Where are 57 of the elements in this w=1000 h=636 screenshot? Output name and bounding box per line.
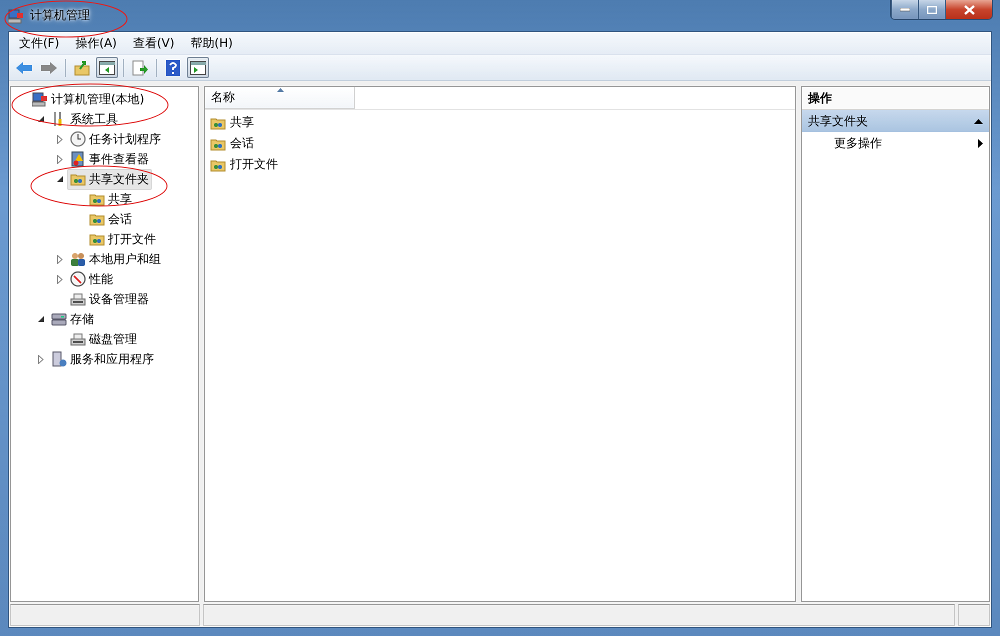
menu-item[interactable]: 操作(A)	[67, 34, 125, 52]
collapsed-arrow-icon[interactable]	[57, 134, 63, 144]
computer-icon	[32, 91, 48, 107]
computer-icon	[8, 8, 24, 24]
server-icon	[51, 351, 67, 367]
action-item[interactable]: 更多操作	[802, 132, 989, 154]
event-log-icon	[70, 151, 86, 167]
device-icon	[70, 291, 86, 307]
window-title: 计算机管理	[30, 7, 90, 24]
list-item[interactable]: 共享	[205, 112, 795, 133]
tree-item[interactable]: 事件查看器	[67, 148, 152, 170]
collapsed-arrow-icon[interactable]	[57, 274, 63, 284]
tree-item[interactable]: 服务和应用程序	[48, 348, 157, 370]
tree-item[interactable]: 系统工具	[48, 108, 121, 130]
tree-item[interactable]: 本地用户和组	[67, 248, 164, 270]
tree-item[interactable]: 会话	[86, 208, 135, 230]
section-title: 共享文件夹	[808, 112, 868, 130]
show-action-pane-button[interactable]	[187, 57, 209, 78]
tree-item[interactable]: 共享	[86, 188, 135, 210]
expanded-arrow-icon[interactable]	[56, 176, 64, 182]
minimize-icon	[900, 8, 910, 12]
device-icon	[70, 331, 86, 347]
tree-item[interactable]: 打开文件	[86, 228, 159, 250]
menu-item[interactable]: 查看(V)	[124, 34, 182, 52]
show-tree-button[interactable]	[96, 57, 118, 78]
minimize-button[interactable]	[891, 0, 918, 19]
clock-icon	[70, 131, 86, 147]
collapsed-arrow-icon[interactable]	[57, 254, 63, 264]
expanded-arrow-icon[interactable]	[38, 116, 44, 122]
collapsed-arrow-icon[interactable]	[38, 354, 44, 364]
maximize-button[interactable]	[918, 0, 945, 19]
maximize-icon	[927, 6, 937, 14]
menu-item[interactable]: 帮助(H)	[182, 34, 241, 52]
tree-item[interactable]: 任务计划程序	[67, 128, 164, 150]
status-bar-section	[958, 604, 990, 626]
close-icon	[964, 4, 974, 14]
submenu-arrow-icon	[978, 138, 983, 148]
action-section-header[interactable]: 共享文件夹	[802, 110, 989, 132]
action-pane-heading: 操作	[802, 87, 989, 110]
tree-item[interactable]: 性能	[67, 268, 116, 290]
column-header[interactable]: 名称	[205, 87, 355, 109]
list-item[interactable]: 会话	[205, 133, 795, 154]
storage-icon	[51, 311, 67, 327]
tree-item[interactable]: 存储	[48, 308, 97, 330]
tree-item[interactable]: 计算机管理(本地)	[29, 88, 148, 110]
list-item[interactable]: 打开文件	[205, 154, 795, 175]
tree-item[interactable]: 磁盘管理	[67, 328, 140, 350]
close-button[interactable]	[945, 0, 992, 19]
users-icon	[70, 251, 86, 267]
sort-arrow-icon	[277, 88, 284, 92]
action-label: 更多操作	[834, 134, 882, 152]
collapsed-arrow-icon[interactable]	[57, 154, 63, 164]
expanded-arrow-icon[interactable]	[38, 316, 44, 322]
tree-item[interactable]: 设备管理器	[67, 288, 152, 310]
gauge-icon	[70, 271, 86, 287]
menu-item[interactable]: 文件(F)	[11, 34, 68, 52]
tree-item[interactable]: 共享文件夹	[67, 168, 152, 190]
